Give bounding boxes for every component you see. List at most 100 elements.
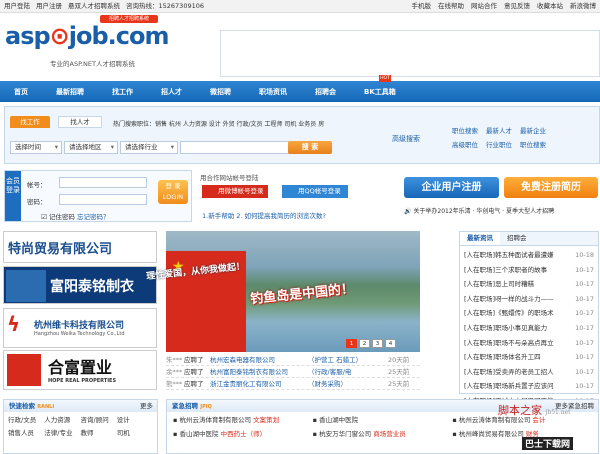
hefu-logo — [7, 354, 41, 386]
mobile-link[interactable]: 手机版 — [412, 0, 432, 12]
bookmark-link[interactable]: 收藏本站 — [537, 0, 563, 12]
urgent-item[interactable]: ▪ 杭州云涛体育制有限公司 文案策划 — [173, 414, 313, 428]
advanced-search-link[interactable]: 高级搜索 — [392, 134, 420, 144]
login-box: 会员登录 帐号： 密码： ☑ 记住密码 忘记密码？ 登 录 LOGIN — [4, 170, 192, 222]
tab-find-talent[interactable]: 找人才 — [58, 116, 102, 128]
ad-fuyang-taiming[interactable]: 富阳泰铭制衣 — [3, 266, 157, 304]
login-button[interactable]: 登 录 LOGIN — [158, 180, 188, 204]
news-item[interactable]: [人在职场]恶上司时糟糕 10-17 — [464, 277, 594, 292]
hot-positions[interactable]: 热门搜索职位：销售 杭州 人力资源 设计 外贸 行政/文员 工程师 司机 业务员… — [113, 119, 324, 128]
company-register-button[interactable]: 企业用户注册 — [404, 177, 499, 198]
forgot-password-link[interactable]: 忘记密码？ — [77, 213, 110, 221]
quick-item[interactable]: 销售人员 — [8, 427, 44, 440]
member-login-label: 会员登录 — [5, 171, 21, 221]
nav-job-fair[interactable]: 招聘会 — [301, 87, 350, 97]
slider-page-4[interactable]: 4 — [385, 339, 396, 348]
news-item[interactable]: [人在职场]职场体名升工四 10-17 — [464, 350, 594, 365]
senior-jobs-link[interactable]: 高级职位 — [452, 138, 478, 152]
account-input[interactable] — [59, 177, 147, 188]
weibo-link[interactable]: 新浪微博 — [570, 0, 596, 12]
urgent-title: 紧急招聘 — [172, 402, 198, 410]
application-company[interactable]: 杭州富阳泰铭制衣有限公司 — [210, 366, 308, 377]
quick-item[interactable]: 咨询/顾问 — [81, 414, 117, 427]
position-search-link[interactable]: 职位搜索 — [520, 138, 546, 152]
search-button[interactable]: 搜 索 — [288, 141, 332, 154]
job-search-link[interactable]: 职位搜索 — [452, 124, 478, 138]
tab-latest-news[interactable]: 最新资讯 — [460, 232, 500, 245]
password-label: 密码： — [27, 198, 47, 206]
taiming-logo — [6, 270, 46, 302]
header-banner — [220, 30, 600, 77]
weibo-login-button[interactable]: 用微博帐号登录 — [202, 185, 268, 198]
remember-label[interactable]: ☑ 记住密码 忘记密码？ — [41, 211, 109, 221]
urgent-item[interactable]: ▪ 香山湖中医院 — [313, 414, 453, 428]
quick-item[interactable]: 法律/专业 — [44, 427, 80, 440]
quick-more-link[interactable]: 更多 — [140, 400, 153, 412]
site-logo[interactable]: asp⊙job.com — [5, 22, 170, 50]
nav-latest-jobs[interactable]: 最新招聘 — [42, 87, 98, 97]
quick-item[interactable]: 司机 — [117, 427, 153, 440]
watermark-text: 脚本之家 jb51.net — [498, 404, 571, 417]
industry-jobs-link[interactable]: 行业职位 — [486, 138, 512, 152]
partner-login: 用合作网站帐号登陆 用微博帐号登录 用QQ帐号登录 1.新手帮助 2. 如何提高… — [200, 172, 396, 224]
tab-find-job[interactable]: 找工作 — [10, 116, 50, 128]
register-link[interactable]: 用户注册 — [36, 0, 62, 12]
news-item[interactable]: [人在职场]三个求职者的故事 10-17 — [464, 263, 594, 278]
top-bar: 用户登陆 用户注册 悬双人才招聘系统 咨询热线：15267309106 手机版 … — [0, 0, 600, 13]
recent-applications: 朱*** 应聘了 杭州宏森电器有限公司 （护营工 石蜡工） 20天前 余*** … — [166, 354, 420, 390]
main-nav: 首页 最新招聘 找工作 招人才 微招聘 职场资讯 招聘会 BK工具箱 — [0, 81, 600, 102]
application-row: 余*** 应聘了 杭州富阳泰铭制衣有限公司 （行政/客服/电 25天前 — [166, 366, 420, 378]
ad-tesang[interactable]: 特尚贸易有限公司 — [3, 231, 157, 263]
ad-hefu[interactable]: 合富置业 HOPE REAL PROPERTIES — [3, 350, 157, 390]
latest-talent-link[interactable]: 最新人才 — [486, 124, 512, 138]
cooperation-link[interactable]: 网站合作 — [471, 0, 497, 12]
help-link[interactable]: 在线帮助 — [438, 0, 464, 12]
urgent-item[interactable]: ▪ 杭安万华门窗公司 商场营业员 — [313, 428, 453, 442]
resume-register-button[interactable]: 免费注册简历 — [504, 177, 598, 198]
news-item[interactable]: [人在职场]韩五种面试者最遭嫌 10-18 — [464, 248, 594, 263]
nav-career-news[interactable]: 职场资讯 — [245, 87, 301, 97]
application-company[interactable]: 杭州宏森电器有限公司 — [210, 354, 308, 365]
quick-item[interactable]: 设计 — [117, 414, 153, 427]
news-item[interactable]: [人在职场]《甄嬛传》的职场术 10-17 — [464, 306, 594, 321]
nav-home[interactable]: 首页 — [0, 87, 42, 97]
logo-tagline: 专业的ASP.NET人才招聘系统 — [50, 60, 135, 68]
slider-page-2[interactable]: 2 — [359, 339, 370, 348]
password-input[interactable] — [59, 194, 147, 205]
slider-page-1[interactable]: 1 — [346, 339, 357, 348]
nav-find-job[interactable]: 找工作 — [98, 87, 147, 97]
time-select[interactable]: 选择时间 ▾ — [10, 141, 62, 154]
nav-micro-hiring[interactable]: 微招聘 — [196, 87, 245, 97]
quick-search-panel: 快速检索 RANLI 更多 行政/文员 人力资源 咨询/顾问 设计 销售人员 法律… — [3, 399, 158, 454]
latest-company-link[interactable]: 最新企业 — [520, 124, 546, 138]
slider-page-3[interactable]: 3 — [372, 339, 383, 348]
site-slogan: 悬双人才招聘系统 — [68, 2, 120, 10]
login-link[interactable]: 用户登陆 — [4, 0, 30, 12]
industry-select[interactable]: 请选择行业 ▾ — [120, 141, 178, 154]
nav-toolbox[interactable]: BK工具箱 — [350, 87, 410, 97]
news-item[interactable]: [人在职场]职场新兵置子应该问 10-17 — [464, 379, 594, 394]
quick-item[interactable]: 教师 — [81, 427, 117, 440]
urgent-item[interactable]: ▪ 香山湖中医院 中西药士（师） — [173, 428, 313, 442]
feedback-link[interactable]: 意见反馈 — [504, 0, 530, 12]
category-links: 职位搜索 最新人才 最新企业 高级职位 行业职位 职位搜索 — [452, 124, 598, 152]
news-item[interactable]: [人在职场]受卖弄的老员工招人 10-17 — [464, 365, 594, 380]
account-label: 帐号： — [27, 181, 47, 189]
quick-search-title: 快速检索 — [9, 402, 35, 410]
hotline: 咨询热线：15267309106 — [126, 2, 204, 10]
qq-login-button[interactable]: 用QQ帐号登录 — [282, 185, 348, 198]
help-tips[interactable]: 1.新手帮助 2. 如何提高我简历的浏览次数? — [202, 210, 326, 220]
area-select[interactable]: 请选择地区 ▾ — [64, 141, 118, 154]
quick-item[interactable]: 行政/文员 — [8, 414, 44, 427]
news-panel: 最新资讯 招聘会 [人在职场]韩五种面试者最遭嫌 10-18 [人在职场]三个求职… — [459, 231, 599, 405]
tab-job-fair[interactable]: 招聘会 — [500, 232, 534, 245]
nav-find-talent[interactable]: 招人才 — [147, 87, 196, 97]
news-item[interactable]: [人在职场]呀一样的战斗力—— 10-17 — [464, 292, 594, 307]
quick-item[interactable]: 人力资源 — [44, 414, 80, 427]
job-fair-notice[interactable]: 🔊 关于举办2012年乐清 · 华创电气 · 夏季大型人才招聘 — [404, 206, 554, 215]
slider-pager: 1 2 3 4 — [346, 339, 396, 348]
application-company[interactable]: 浙江金贵丽化工有限公司 — [210, 378, 308, 389]
ad-weika[interactable]: ϟ 杭州维卡科技有限公司 Hangzhou Weika Technology C… — [3, 308, 157, 348]
news-item[interactable]: [人在职场]职场小事见真能力 10-17 — [464, 321, 594, 336]
news-item[interactable]: [人在职场]职场不与朵高点再立 10-17 — [464, 336, 594, 351]
